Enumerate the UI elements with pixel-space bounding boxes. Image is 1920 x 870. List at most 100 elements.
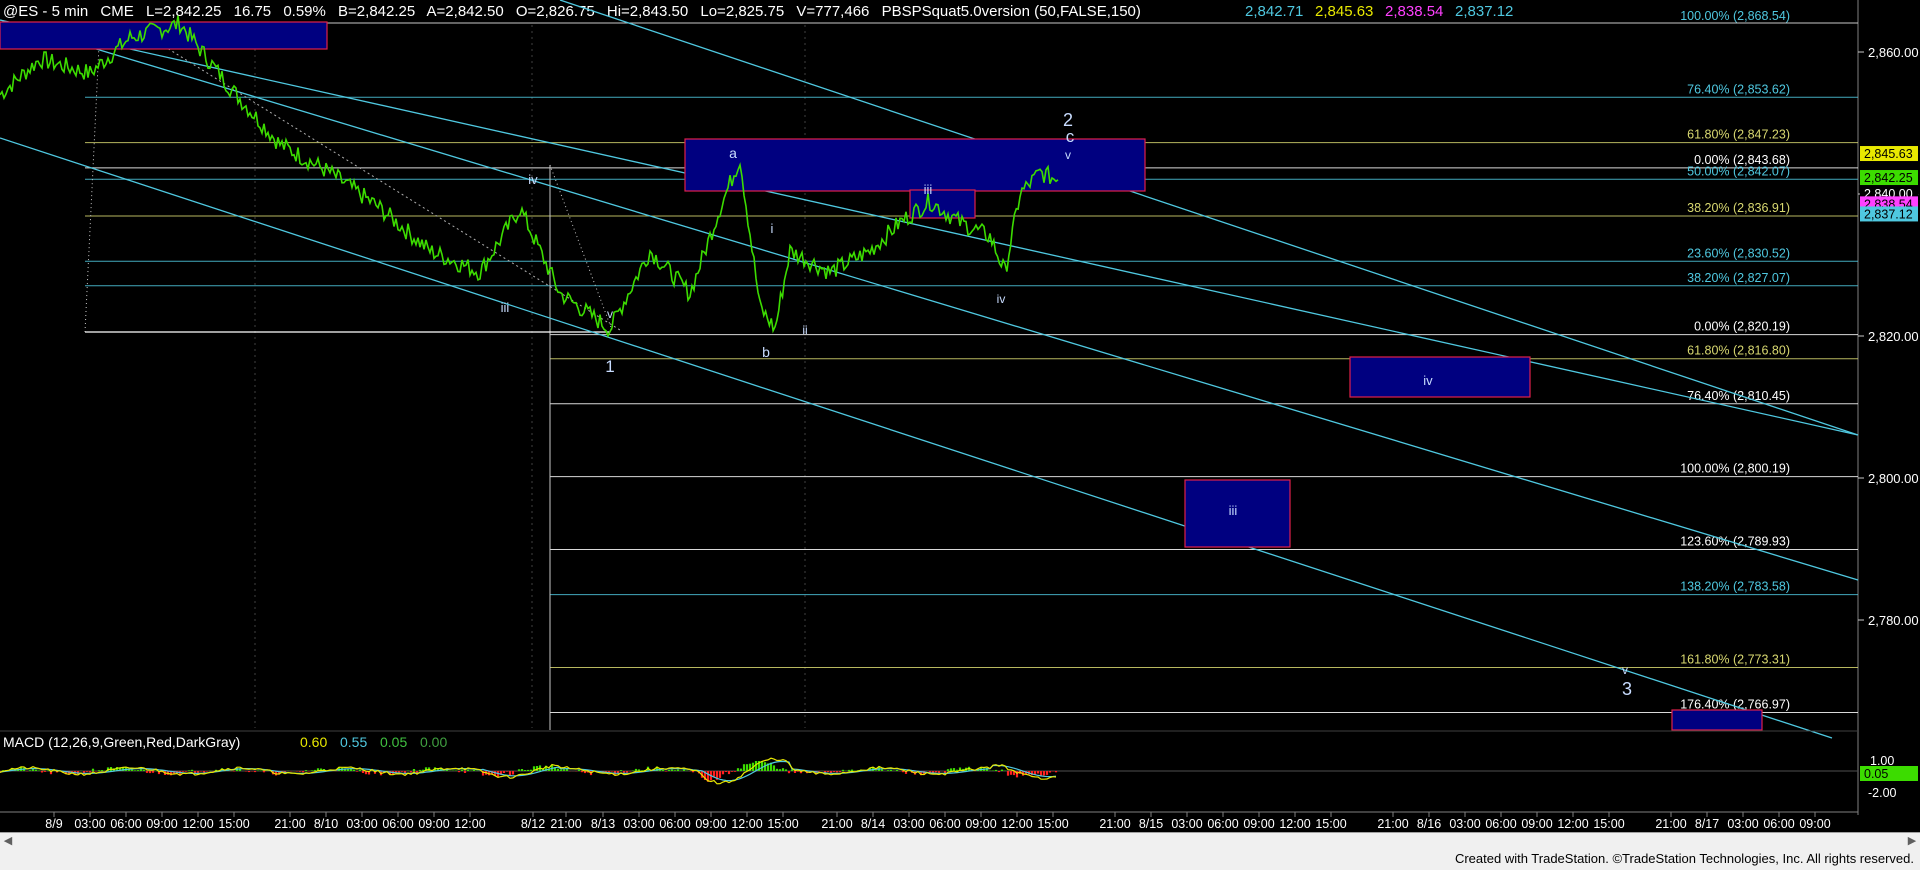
symbol-label: @ES - 5 min: [3, 3, 88, 20]
fib-label: 161.80% (2,773.31): [1680, 652, 1790, 666]
x-tick-label: 21:00: [1099, 817, 1130, 831]
footer-credit: Created with TradeStation. ©TradeStation…: [1454, 851, 1914, 866]
bid-price: B=2,842.25: [338, 3, 415, 20]
wave-label: iv: [997, 292, 1006, 306]
x-tick-label: 21:00: [821, 817, 852, 831]
study-value: 2,838.54: [1385, 3, 1443, 20]
y-tick-label: 2,860.00: [1868, 45, 1919, 60]
x-tick-label: 12:00: [1001, 817, 1032, 831]
grid-lines: [0, 0, 1859, 815]
x-tick-label: 8/17: [1695, 817, 1719, 831]
footer-bar: Created with TradeStation. ©TradeStation…: [0, 849, 1920, 870]
x-tick-label: 09:00: [1521, 817, 1552, 831]
wave-label: b: [762, 344, 770, 360]
x-tick-label: 06:00: [1207, 817, 1238, 831]
x-tick-label: 09:00: [695, 817, 726, 831]
x-tick-label: 03:00: [1171, 817, 1202, 831]
fib-label: 100.00% (2,868.54): [1680, 9, 1790, 23]
last-price: L=2,842.25: [146, 3, 222, 20]
x-tick-label: 8/13: [591, 817, 615, 831]
x-tick-label: 06:00: [110, 817, 141, 831]
time-axis: 8/9 03:00 06:00 09:00 12:00 15:00 21:00 8/10 03:…: [0, 811, 1858, 831]
target-box: [1349, 356, 1531, 398]
channel-line: [0, 137, 1833, 739]
x-tick-label: 15:00: [1593, 817, 1624, 831]
wave-label: ii: [802, 323, 807, 337]
fib-label: 0.00% (2,820.19): [1694, 320, 1790, 334]
wave-label: v: [607, 307, 613, 321]
macd-axis-label: 1.00: [1870, 754, 1894, 768]
x-tick-label: 06:00: [1485, 817, 1516, 831]
net-change: 16.75: [234, 3, 272, 20]
wave-label: v: [1065, 148, 1071, 162]
x-tick-label: 21:00: [550, 817, 581, 831]
horizontal-scrollbar[interactable]: ◀ ▶: [0, 832, 1920, 850]
target-box: [0, 21, 328, 50]
fib-label: 50.00% (2,842.07): [1687, 164, 1790, 178]
wave-label: iii: [501, 300, 510, 315]
fibonacci-levels: 100.00% (2,868.54) 76.40% (2,853.62) 61.80…: [0, 9, 1858, 730]
x-tick-label: 09:00: [1243, 817, 1274, 831]
open-price: O=2,826.75: [516, 3, 595, 20]
chart-canvas[interactable]: @ES - 5 min CME L=2,842.25 16.75 0.59% B…: [0, 0, 1920, 870]
study-value: 2,845.63: [1315, 3, 1373, 20]
scroll-left-icon[interactable]: ◀: [0, 833, 16, 849]
x-tick-label: 03:00: [623, 817, 654, 831]
price-marker-label: 2,845.63: [1864, 147, 1913, 161]
price-marker-label: 2,837.12: [1864, 207, 1913, 221]
fib-label: 100.00% (2,800.19): [1680, 462, 1790, 476]
low-price: Lo=2,825.75: [700, 3, 784, 20]
wave-label: iv: [1423, 373, 1433, 388]
x-tick-label: 03:00: [74, 817, 105, 831]
x-tick-label: 15:00: [1037, 817, 1068, 831]
x-tick-label: 15:00: [1315, 817, 1346, 831]
macd-axis-label: -2.00: [1868, 786, 1897, 800]
volume-label: V=777,466: [796, 3, 869, 20]
wave-label: 3: [1622, 679, 1632, 699]
x-tick-label: 09:00: [146, 817, 177, 831]
y-tick-label: 2,800.00: [1868, 471, 1919, 486]
macd-current-label: 0.05: [1864, 767, 1888, 781]
macd-value: 0.00: [420, 734, 447, 750]
y-tick-label: 2,780.00: [1868, 613, 1919, 628]
x-tick-label: 09:00: [418, 817, 449, 831]
x-tick-label: 12:00: [1279, 817, 1310, 831]
x-tick-label: 03:00: [1449, 817, 1480, 831]
fib-label: 76.40% (2,853.62): [1687, 82, 1790, 96]
wave-labels: 2iviii v1aibiiiiiivcviviiiv3: [501, 110, 1632, 699]
wave-label: iii: [1229, 503, 1238, 518]
x-tick-label: 06:00: [382, 817, 413, 831]
x-tick-label: 06:00: [659, 817, 690, 831]
y-tick-label: 2,820.00: [1868, 329, 1919, 344]
x-tick-label: 21:00: [1655, 817, 1686, 831]
fib-label: 138.20% (2,783.58): [1680, 580, 1790, 594]
x-tick-label: 8/15: [1139, 817, 1163, 831]
x-tick-label: 8/9: [45, 817, 62, 831]
x-tick-label: 03:00: [893, 817, 924, 831]
macd-pane: 1.000.05 -2.00: [0, 754, 1918, 800]
x-tick-label: 12:00: [454, 817, 485, 831]
wave-label: i: [771, 221, 774, 236]
wave-label: c: [1066, 127, 1075, 146]
x-tick-label: 06:00: [1763, 817, 1794, 831]
chart-header: @ES - 5 min CME L=2,842.25 16.75 0.59% B…: [3, 3, 1141, 20]
target-box: [684, 138, 1146, 192]
x-tick-label: 8/10: [314, 817, 338, 831]
fib-label: 123.60% (2,789.93): [1680, 534, 1790, 548]
x-tick-label: 12:00: [1557, 817, 1588, 831]
x-tick-label: 09:00: [965, 817, 996, 831]
high-price: Hi=2,843.50: [607, 3, 688, 20]
scroll-right-icon[interactable]: ▶: [1904, 833, 1920, 849]
x-tick-label: 06:00: [929, 817, 960, 831]
macd-value: 0.60: [300, 734, 327, 750]
x-tick-label: 15:00: [218, 817, 249, 831]
macd-value: 0.55: [340, 734, 367, 750]
fib-label: 23.60% (2,830.52): [1687, 246, 1790, 260]
x-tick-label: 12:00: [731, 817, 762, 831]
macd-title: MACD (12,26,9,Green,Red,DarkGray): [3, 734, 240, 750]
x-tick-label: 8/16: [1417, 817, 1441, 831]
macd-values: 0.60 0.55 0.05 0.00: [300, 734, 447, 750]
x-tick-label: 15:00: [767, 817, 798, 831]
x-tick-label: 12:00: [182, 817, 213, 831]
fib-label: 38.20% (2,836.91): [1687, 201, 1790, 215]
